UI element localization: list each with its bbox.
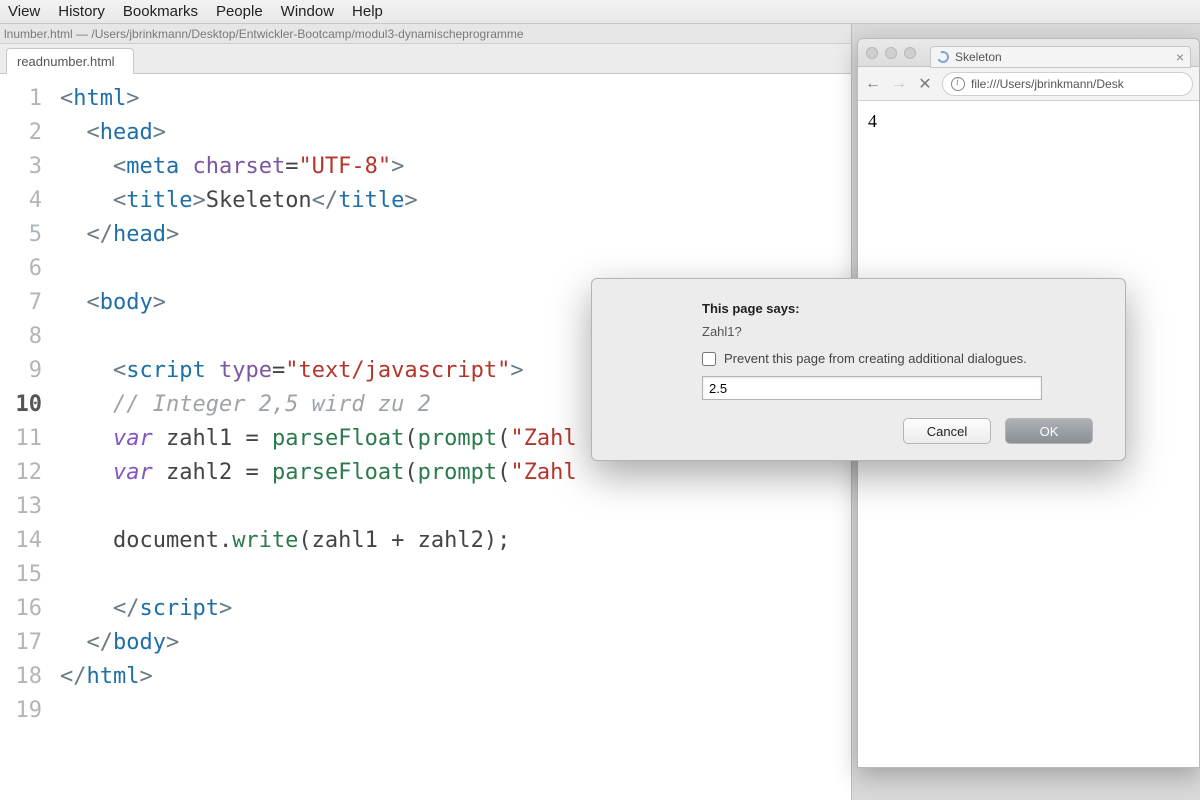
minimize-icon[interactable] [885,47,897,59]
mac-menubar: View History Bookmarks People Window Hel… [0,0,1200,24]
menu-history[interactable]: History [58,3,105,20]
site-info-icon[interactable] [951,77,965,91]
line-number: 17 [0,626,42,660]
browser-toolbar: ← → ✕ file:///Users/jbrinkmann/Desk [858,67,1199,101]
code-line[interactable] [60,490,851,524]
browser-titlebar: Skeleton × [858,39,1199,67]
prompt-input[interactable] [702,376,1042,400]
js-prompt-dialog: This page says: Zahl1? Prevent this page… [591,278,1126,461]
line-number: 3 [0,150,42,184]
line-number: 13 [0,490,42,524]
browser-tab-title: Skeleton [955,50,1002,64]
editor-title-path: lnumber.html — /Users/jbrinkmann/Desktop… [0,24,851,44]
suppress-dialogs-option[interactable]: Prevent this page from creating addition… [702,351,1093,366]
forward-button[interactable]: → [890,75,908,93]
favicon-icon [935,49,950,64]
menu-bookmarks[interactable]: Bookmarks [123,3,198,20]
line-number: 8 [0,320,42,354]
line-number: 16 [0,592,42,626]
line-number: 6 [0,252,42,286]
code-line[interactable]: <meta charset="UTF-8"> [60,150,851,184]
line-number: 9 [0,354,42,388]
address-bar[interactable]: file:///Users/jbrinkmann/Desk [942,72,1193,96]
line-number: 12 [0,456,42,490]
line-number: 1 [0,82,42,116]
code-line[interactable]: </body> [60,626,851,660]
code-line[interactable] [60,694,851,728]
dialog-button-row: Cancel OK [702,418,1093,444]
code-line[interactable]: </html> [60,660,851,694]
code-line[interactable]: <head> [60,116,851,150]
tab-close-icon[interactable]: × [1176,50,1184,64]
close-icon[interactable] [866,47,878,59]
back-button[interactable]: ← [864,75,882,93]
line-number: 14 [0,524,42,558]
line-number: 15 [0,558,42,592]
cancel-button[interactable]: Cancel [903,418,991,444]
line-number: 10 [0,388,42,422]
zoom-icon[interactable] [904,47,916,59]
code-line[interactable] [60,558,851,592]
ok-button[interactable]: OK [1005,418,1093,444]
line-number: 5 [0,218,42,252]
editor-tab-readnumber[interactable]: readnumber.html [6,48,134,74]
page-output-value: 4 [868,111,877,131]
code-line[interactable]: document.write(zahl1 + zahl2); [60,524,851,558]
code-line[interactable]: </head> [60,218,851,252]
menu-view[interactable]: View [8,3,40,20]
code-line[interactable]: <html> [60,82,851,116]
menu-window[interactable]: Window [281,3,334,20]
line-number-gutter: 12345678910111213141516171819 [0,74,50,800]
dialog-message: Zahl1? [702,324,1093,339]
dialog-title: This page says: [702,301,1093,316]
suppress-dialogs-checkbox[interactable] [702,352,716,366]
line-number: 18 [0,660,42,694]
address-text: file:///Users/jbrinkmann/Desk [971,77,1124,91]
stop-button[interactable]: ✕ [916,74,934,94]
line-number: 19 [0,694,42,728]
browser-tab-skeleton[interactable]: Skeleton × [930,46,1191,68]
line-number: 7 [0,286,42,320]
line-number: 2 [0,116,42,150]
window-traffic-lights[interactable] [866,47,916,59]
code-line[interactable]: var zahl2 = parseFloat(prompt("Zahl [60,456,851,490]
menu-help[interactable]: Help [352,3,383,20]
line-number: 11 [0,422,42,456]
code-line[interactable]: <title>Skeleton</title> [60,184,851,218]
suppress-dialogs-label: Prevent this page from creating addition… [724,351,1027,366]
code-line[interactable]: </script> [60,592,851,626]
line-number: 4 [0,184,42,218]
editor-tabstrip: readnumber.html [0,44,851,74]
menu-people[interactable]: People [216,3,263,20]
